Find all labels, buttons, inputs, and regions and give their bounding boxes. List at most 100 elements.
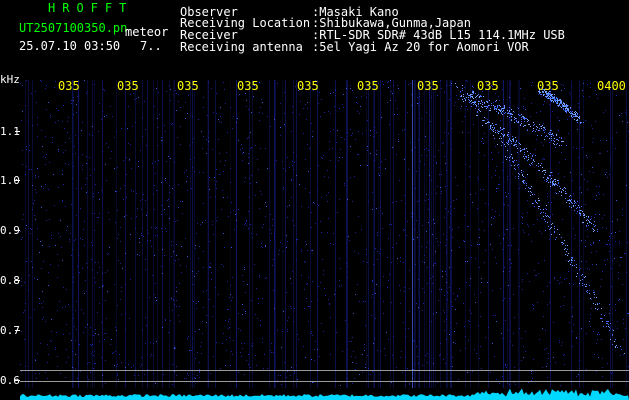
meteor-trace-dot xyxy=(550,130,551,131)
noise-streak xyxy=(579,80,580,388)
noise-dot xyxy=(192,347,193,348)
noise-dot xyxy=(211,88,212,89)
noise-streak xyxy=(509,80,510,388)
noise-dot xyxy=(225,320,226,321)
noise-dot xyxy=(238,328,239,329)
noise-dot xyxy=(558,130,559,131)
meteor-trace-dot xyxy=(604,315,605,316)
noise-dot xyxy=(320,116,321,117)
meteor-trace-dot xyxy=(572,111,573,112)
meteor-trace-dot xyxy=(554,97,555,98)
noise-dot xyxy=(180,126,181,127)
y-tick-mark xyxy=(15,131,20,132)
meteor-trace-dot xyxy=(503,136,504,137)
noise-dot xyxy=(152,163,153,164)
noise-dot xyxy=(244,224,245,225)
noise-dot xyxy=(132,126,133,127)
meteor-trace-dot xyxy=(559,137,560,138)
noise-dot xyxy=(306,119,307,120)
meteor-trace-dot xyxy=(480,95,481,96)
meteor-trace-dot xyxy=(495,130,496,131)
meteor-trace-dot xyxy=(579,118,580,119)
meteor-trace-dot xyxy=(545,221,546,222)
noise-dot xyxy=(327,201,328,202)
meteor-trace-dot xyxy=(468,97,469,98)
meteor-trace-dot xyxy=(484,103,485,104)
noise-dot xyxy=(293,152,294,153)
meteor-trace-dot xyxy=(490,126,491,127)
noise-dot xyxy=(38,176,39,177)
meteor-trace-dot xyxy=(543,95,544,96)
noise-dot xyxy=(528,382,529,383)
noise-streak xyxy=(282,80,283,388)
noise-dot xyxy=(151,227,152,228)
meteor-trace-dot xyxy=(540,209,541,210)
noise-dot xyxy=(312,335,313,336)
meteor-trace-dot xyxy=(543,177,544,178)
noise-dot xyxy=(446,170,447,171)
noise-dot xyxy=(436,193,437,194)
noise-dot xyxy=(450,301,451,302)
noise-dot xyxy=(330,243,331,244)
noise-dot xyxy=(280,127,281,128)
noise-dot xyxy=(468,226,469,227)
meteor-trace-dot xyxy=(492,127,493,128)
noise-dot xyxy=(244,269,245,270)
noise-dot xyxy=(333,244,334,245)
noise-dot xyxy=(206,153,207,154)
noise-dot xyxy=(154,185,155,186)
noise-dot xyxy=(203,136,204,137)
meteor-trace-dot xyxy=(469,102,470,103)
noise-dot xyxy=(544,159,545,160)
noise-dot xyxy=(128,106,129,107)
noise-dot xyxy=(86,163,87,164)
meteor-trace-dot xyxy=(550,134,551,135)
meteor-trace-dot xyxy=(549,175,550,176)
meteor-trace-dot xyxy=(503,108,504,109)
noise-dot xyxy=(377,251,378,252)
meteor-trace-dot xyxy=(528,120,529,121)
noise-dot xyxy=(178,184,179,185)
noise-dot xyxy=(593,242,594,243)
noise-dot xyxy=(612,329,613,330)
noise-dot xyxy=(99,303,100,304)
noise-dot xyxy=(101,322,102,323)
noise-dot xyxy=(193,301,194,302)
noise-dot xyxy=(527,200,528,201)
meteor-trace-dot xyxy=(565,191,566,192)
noise-dot xyxy=(527,129,528,130)
noise-dot xyxy=(168,156,169,157)
noise-dot xyxy=(117,305,118,306)
noise-dot xyxy=(348,236,349,237)
noise-dot xyxy=(621,349,622,350)
meteor-trace-dot xyxy=(561,107,562,108)
noise-dot xyxy=(598,308,599,309)
noise-dot xyxy=(187,338,188,339)
noise-dot xyxy=(328,299,329,300)
meteor-trace-dot xyxy=(554,138,555,139)
noise-dot xyxy=(178,207,179,208)
noise-dot xyxy=(306,244,307,245)
noise-dot xyxy=(615,310,616,311)
noise-streak xyxy=(478,80,479,388)
meteor-trace-dot xyxy=(586,220,587,221)
noise-dot xyxy=(430,278,431,279)
meteor-trace-dot xyxy=(467,93,468,94)
noise-dot xyxy=(547,377,548,378)
noise-dot xyxy=(500,120,501,121)
meteor-trace-dot xyxy=(609,330,610,331)
meteor-trace-dot xyxy=(553,180,554,181)
noise-dot xyxy=(47,378,48,379)
noise-dot xyxy=(521,338,522,339)
noise-dot xyxy=(45,321,46,322)
noise-dot xyxy=(568,133,569,134)
meteor-trace-dot xyxy=(533,128,534,129)
noise-dot xyxy=(192,142,193,143)
noise-dot xyxy=(452,237,453,238)
noise-dot xyxy=(215,287,216,288)
noise-dot xyxy=(77,266,78,267)
noise-dot xyxy=(116,366,117,367)
noise-dot xyxy=(73,318,74,319)
noise-dot xyxy=(363,301,364,302)
noise-dot xyxy=(352,201,353,202)
